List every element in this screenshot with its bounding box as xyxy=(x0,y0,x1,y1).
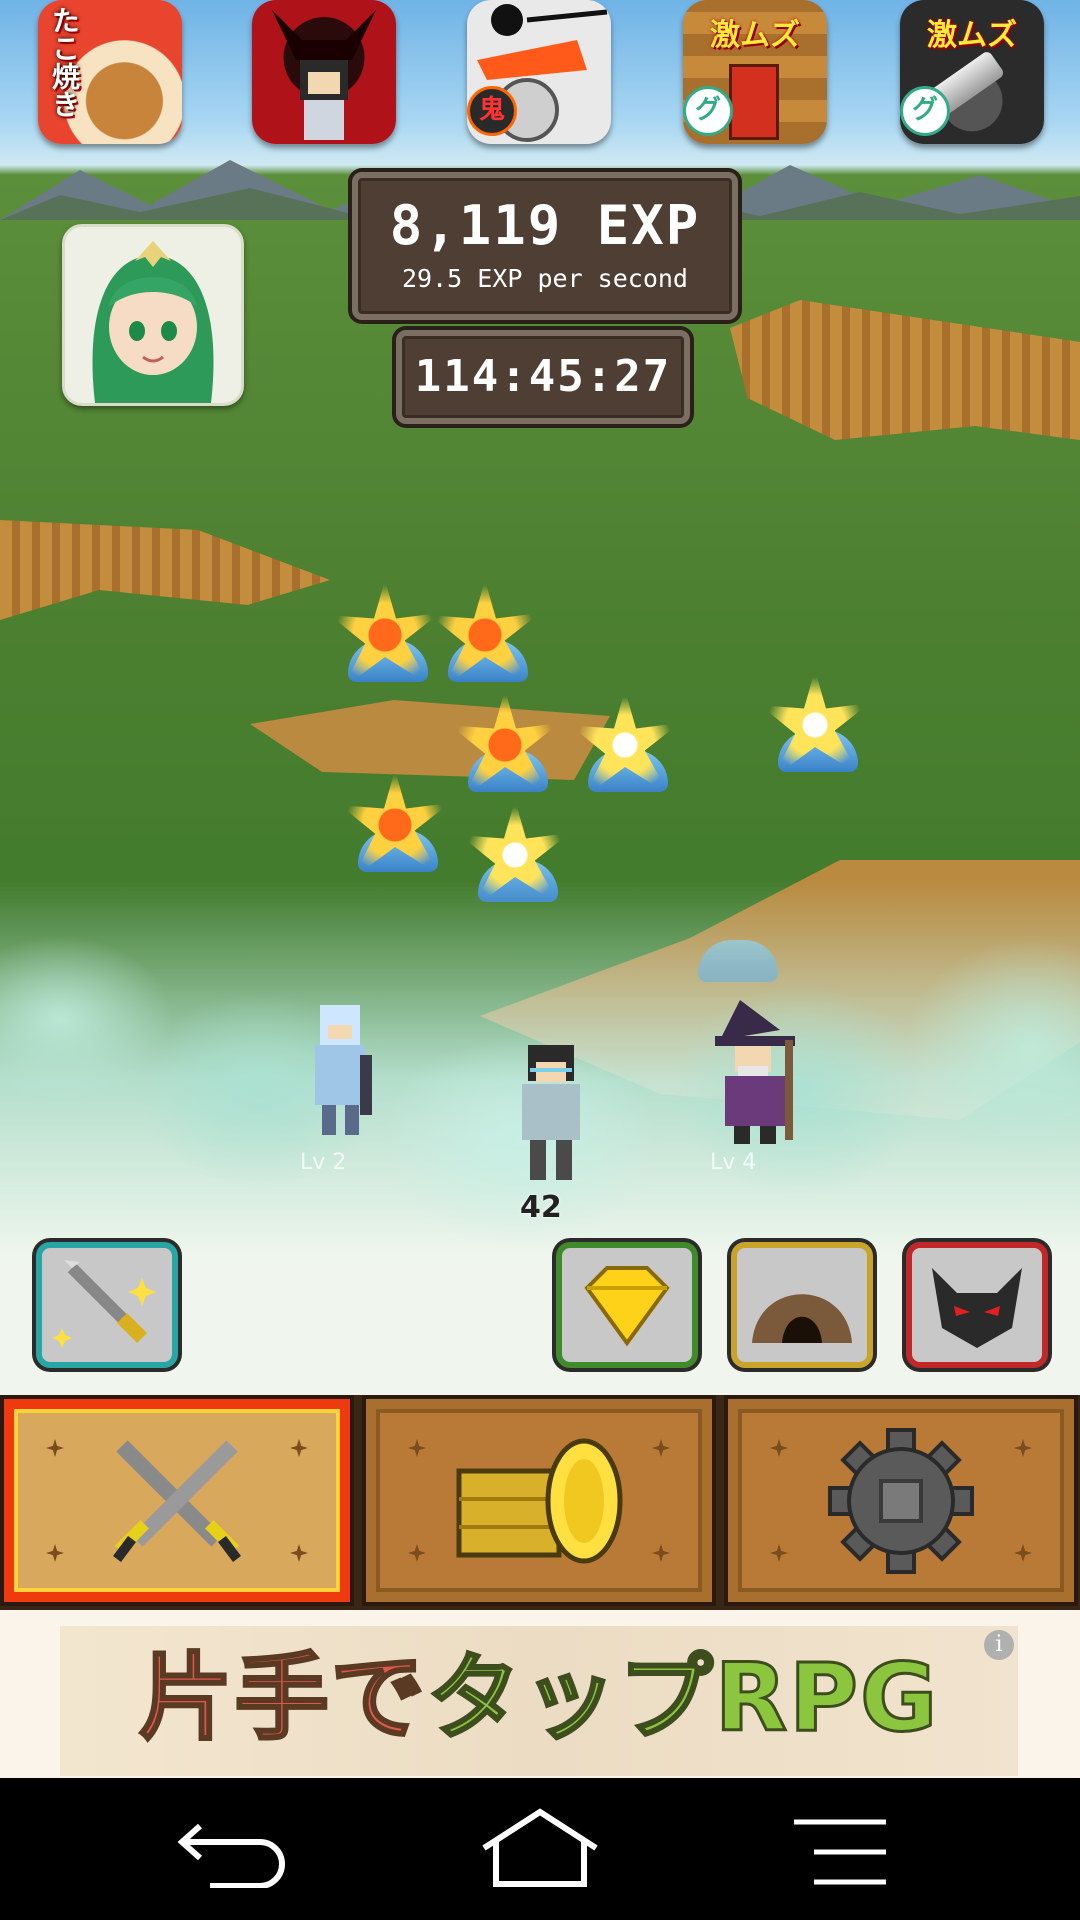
hero-wizard[interactable] xyxy=(700,1000,810,1150)
ad-area: 片手でタップRPG i xyxy=(0,1610,1080,1778)
exp-total: 8,119 EXP xyxy=(389,194,701,257)
promo-badge: 鬼 xyxy=(467,86,517,136)
cave-icon xyxy=(752,1294,852,1343)
demon-skill-button[interactable] xyxy=(906,1242,1048,1368)
sword-sparkle-icon xyxy=(52,1260,156,1348)
wizard-sprite xyxy=(715,1000,795,1144)
promo-badge: グ xyxy=(900,86,950,136)
menu-icon[interactable] xyxy=(770,1808,910,1888)
promo-label: たこ焼き xyxy=(48,6,81,118)
door-icon xyxy=(729,64,779,140)
promo-label: 激ムズ xyxy=(927,18,1017,53)
slime-enemy[interactable] xyxy=(330,580,440,690)
exp-panel: 8,119 EXP 29.5 EXP per second xyxy=(352,172,738,320)
ad-headline: 片手でタップRPG xyxy=(60,1643,1018,1755)
ad-text-part2: タップ xyxy=(425,1643,715,1755)
tab-battle[interactable] xyxy=(0,1395,354,1606)
main-tab-bar xyxy=(0,1395,1080,1610)
promo-app-gekimuzu-hammer[interactable]: 激ムズ グ xyxy=(900,0,1044,144)
gem-skill-button[interactable] xyxy=(556,1242,698,1368)
hero-wanderer[interactable] xyxy=(500,1040,600,1190)
tab-shop[interactable] xyxy=(362,1395,716,1606)
knight-level-label: Lv 2 xyxy=(300,1150,347,1175)
slime-enemy[interactable] xyxy=(570,690,680,800)
wizard-level-label: Lv 4 xyxy=(710,1150,757,1175)
sword-skill-button[interactable] xyxy=(36,1242,178,1368)
demon-knight-icon xyxy=(272,10,376,140)
dirt-cliff xyxy=(730,300,1080,440)
crossed-swords-icon xyxy=(113,1439,241,1562)
ad-info-icon[interactable]: i xyxy=(984,1630,1014,1660)
tab-settings[interactable] xyxy=(724,1395,1078,1606)
system-nav-bar xyxy=(0,1778,1080,1920)
slime-enemy[interactable] xyxy=(430,580,540,690)
promo-badge: グ xyxy=(683,86,733,136)
ad-text-part3: RPG xyxy=(713,1643,940,1755)
fairy-helper-button[interactable] xyxy=(62,224,244,406)
ad-banner[interactable]: 片手でタップRPG i xyxy=(60,1626,1018,1776)
slime-enemy[interactable] xyxy=(450,690,560,800)
ad-text-part1: 片手で xyxy=(137,1643,427,1755)
gem-icon xyxy=(584,1266,670,1347)
cave-skill-button[interactable] xyxy=(731,1242,873,1368)
promo-label: 激ムズ xyxy=(710,18,800,53)
knight-sprite xyxy=(315,1005,372,1135)
promo-app-demon-knight[interactable] xyxy=(252,0,396,144)
fairy-portrait-icon xyxy=(92,241,214,403)
promo-app-takoyaki[interactable]: たこ焼き xyxy=(38,0,182,144)
play-timer: 114:45:27 xyxy=(414,351,672,402)
back-icon[interactable] xyxy=(170,1808,310,1888)
dirt-cliff xyxy=(0,520,330,620)
exp-rate: 29.5 EXP per second xyxy=(402,264,688,293)
promo-app-gekimuzu-door[interactable]: 激ムズ グ xyxy=(683,0,827,144)
combat-damage-text: 42 xyxy=(520,1190,562,1225)
slime-enemy[interactable] xyxy=(760,670,870,780)
coins-icon xyxy=(456,1438,623,1563)
hero-knight[interactable] xyxy=(290,995,390,1145)
gear-icon xyxy=(828,1427,974,1574)
home-icon[interactable] xyxy=(470,1808,610,1888)
wanderer-sprite xyxy=(522,1045,580,1180)
slime-enemy[interactable] xyxy=(340,770,450,880)
timer-panel: 114:45:27 xyxy=(396,330,690,424)
demon-icon xyxy=(932,1268,1022,1348)
promo-app-oni-laser[interactable]: 鬼 xyxy=(467,0,611,144)
